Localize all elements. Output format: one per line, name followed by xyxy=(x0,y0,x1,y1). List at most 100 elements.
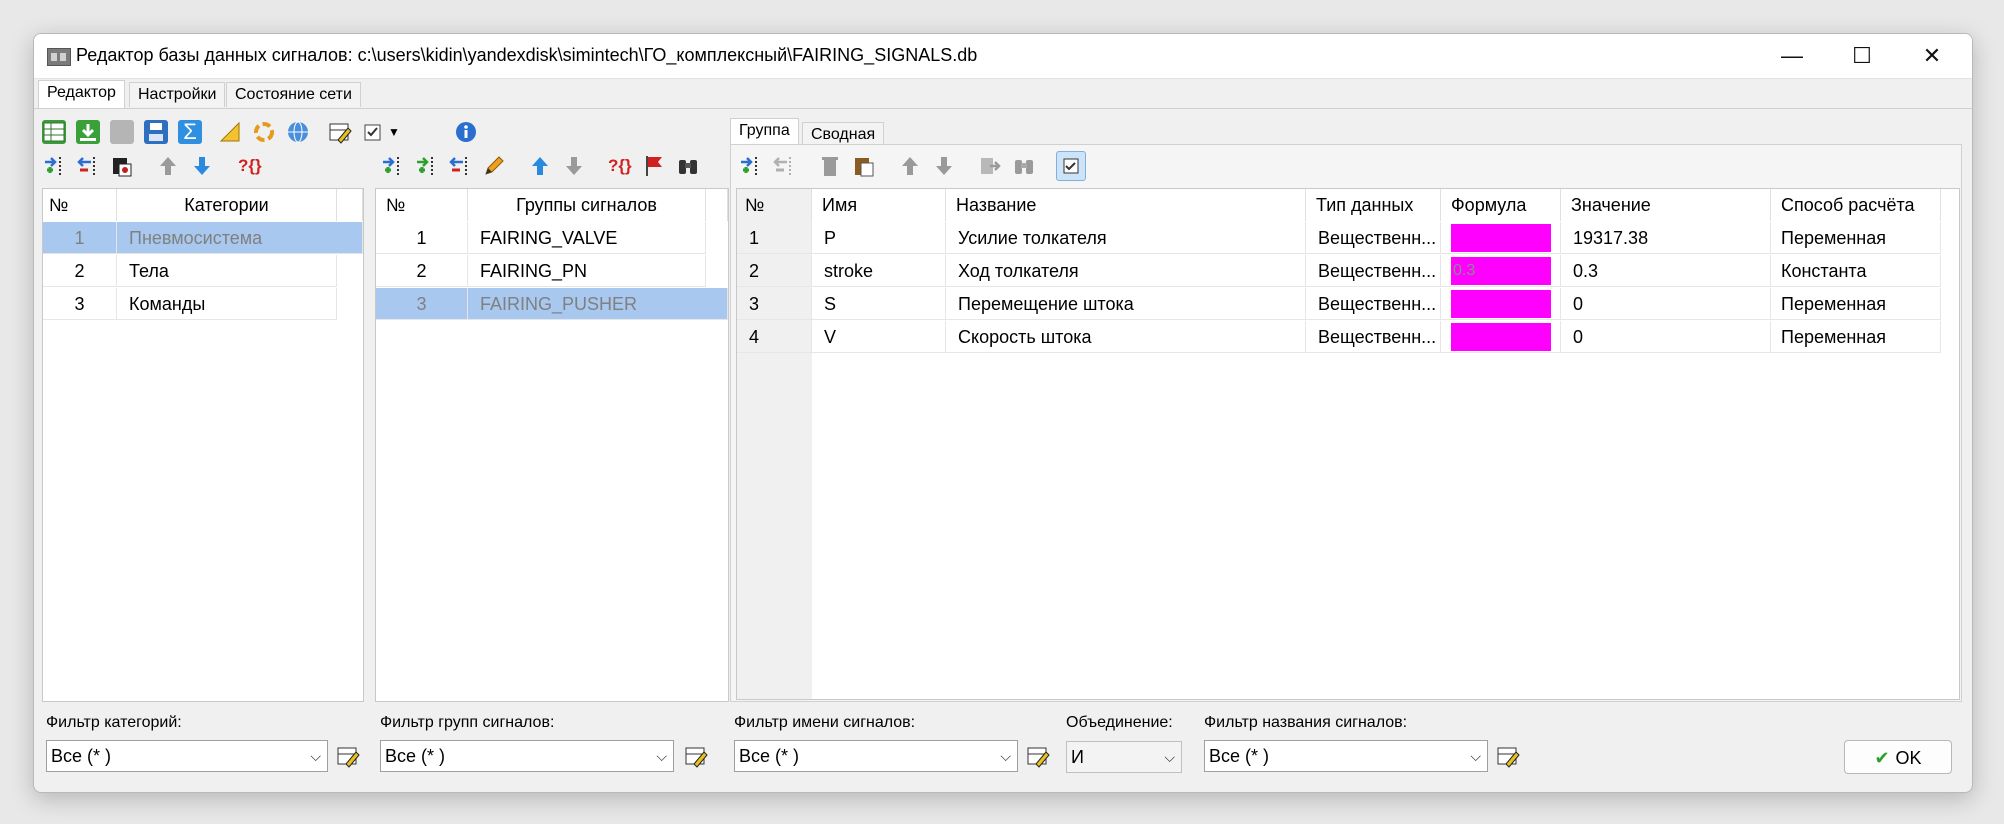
col-header-value[interactable]: Значение xyxy=(1561,189,1771,221)
signal-value[interactable]: 19317.38 xyxy=(1561,222,1771,254)
close-button[interactable]: ✕ xyxy=(1897,34,1967,78)
binoculars-icon[interactable] xyxy=(676,154,700,178)
import-icon[interactable] xyxy=(76,120,100,144)
signal-method[interactable]: Константа xyxy=(1771,255,1941,287)
signal-name[interactable]: stroke xyxy=(812,255,946,287)
delete-row-icon[interactable] xyxy=(76,154,100,178)
checkbox-toggle-icon[interactable] xyxy=(1056,151,1086,181)
paste-icon[interactable] xyxy=(852,154,876,178)
col-header-method[interactable]: Способ расчёта xyxy=(1771,189,1941,221)
category-num[interactable]: 1 xyxy=(43,222,117,254)
insert-row-icon[interactable] xyxy=(414,154,438,178)
binoculars-gray-icon[interactable] xyxy=(1012,154,1036,178)
col-header-num[interactable]: № xyxy=(376,189,468,221)
save-icon[interactable] xyxy=(144,120,168,144)
arrow-up-gray-icon[interactable] xyxy=(898,154,922,178)
tab-group[interactable]: Группа xyxy=(730,118,799,145)
signal-value[interactable]: 0 xyxy=(1561,288,1771,320)
category-name[interactable]: Тела xyxy=(117,255,337,287)
group-num[interactable]: 1 xyxy=(376,222,468,254)
add-row-icon[interactable] xyxy=(738,154,762,178)
signal-name[interactable]: V xyxy=(812,321,946,353)
signal-type[interactable]: Вещественн... xyxy=(1306,288,1441,320)
signal-name-filter-select[interactable]: Все (* ) ⌵ xyxy=(734,740,1018,772)
signal-type[interactable]: Вещественн... xyxy=(1306,222,1441,254)
group-num[interactable]: 2 xyxy=(376,255,468,287)
signal-name[interactable]: S xyxy=(812,288,946,320)
col-header-title[interactable]: Название xyxy=(946,189,1306,221)
arrow-down-gray-icon[interactable] xyxy=(932,154,956,178)
globe-icon[interactable] xyxy=(286,120,310,144)
tab-summary[interactable]: Сводная xyxy=(802,122,885,145)
group-filter-select[interactable]: Все (* ) ⌵ xyxy=(380,740,674,772)
triangle-ruler-icon[interactable] xyxy=(218,120,242,144)
filter-edit-icon[interactable] xyxy=(336,744,360,768)
disk-gray-icon[interactable] xyxy=(110,120,134,144)
trash-icon[interactable] xyxy=(818,154,842,178)
filter-edit-icon[interactable] xyxy=(1026,744,1050,768)
signal-title[interactable]: Усилие толкателя xyxy=(946,222,1306,254)
signal-type[interactable]: Вещественн... xyxy=(1306,255,1441,287)
add-row-icon[interactable] xyxy=(380,154,404,178)
group-num[interactable]: 3 xyxy=(376,288,468,320)
add-row-icon[interactable] xyxy=(42,154,66,178)
signal-method[interactable]: Переменная xyxy=(1771,222,1941,254)
signal-num[interactable]: 2 xyxy=(737,255,812,287)
col-header-group[interactable]: Группы сигналов xyxy=(468,189,706,221)
signal-title[interactable]: Перемещение штока xyxy=(946,288,1306,320)
tab-editor[interactable]: Редактор xyxy=(38,80,125,109)
signal-method[interactable]: Переменная xyxy=(1771,288,1941,320)
table-icon[interactable] xyxy=(42,120,66,144)
signal-title-filter-select[interactable]: Все (* ) ⌵ xyxy=(1204,740,1488,772)
signal-num[interactable]: 1 xyxy=(737,222,812,254)
arrow-down-blue-icon[interactable] xyxy=(190,154,214,178)
category-name[interactable]: Пневмосистема xyxy=(117,222,363,254)
category-filter-select[interactable]: Все (* ) ⌵ xyxy=(46,740,328,772)
minimize-button[interactable]: — xyxy=(1757,34,1827,78)
arrow-up-blue-icon[interactable] xyxy=(528,154,552,178)
tab-settings[interactable]: Настройки xyxy=(129,82,226,107)
flag-icon[interactable] xyxy=(642,154,666,178)
maximize-button[interactable]: ☐ xyxy=(1827,34,1897,78)
arrow-up-gray-icon[interactable] xyxy=(156,154,180,178)
signal-formula-cell[interactable]: 0.3 xyxy=(1441,255,1561,287)
find-variable-icon[interactable]: ?{} xyxy=(608,154,632,178)
ok-button[interactable]: ✔ OK xyxy=(1844,740,1952,774)
pencil-icon[interactable] xyxy=(482,154,506,178)
col-header-name[interactable]: Имя xyxy=(812,189,946,221)
clipboard-icon[interactable] xyxy=(110,154,134,178)
category-num[interactable]: 2 xyxy=(43,255,117,287)
arrow-down-gray-icon[interactable] xyxy=(562,154,586,178)
delete-row-icon[interactable] xyxy=(448,154,472,178)
signal-value[interactable]: 0.3 xyxy=(1561,255,1771,287)
group-name[interactable]: FAIRING_PUSHER xyxy=(468,288,728,320)
signal-title[interactable]: Ход толкателя xyxy=(946,255,1306,287)
col-header-formula[interactable]: Формула xyxy=(1441,189,1561,221)
sum-icon[interactable]: Σ xyxy=(178,120,202,144)
signal-title[interactable]: Скорость штока xyxy=(946,321,1306,353)
signal-method[interactable]: Переменная xyxy=(1771,321,1941,353)
signal-num[interactable]: 4 xyxy=(737,321,812,353)
group-name[interactable]: FAIRING_PN xyxy=(468,255,706,287)
chevron-down-icon[interactable]: ▼ xyxy=(386,120,402,144)
filter-edit-icon[interactable] xyxy=(1496,744,1520,768)
group-name[interactable]: FAIRING_VALVE xyxy=(468,222,706,254)
find-variable-icon[interactable]: ?{} xyxy=(238,154,262,178)
union-select[interactable]: И ⌵ xyxy=(1066,741,1182,773)
checkbox-icon[interactable] xyxy=(362,120,386,144)
col-header-num[interactable]: № xyxy=(43,189,117,221)
edit-table-icon[interactable] xyxy=(328,120,352,144)
filter-edit-icon[interactable] xyxy=(684,744,708,768)
tab-network-state[interactable]: Состояние сети xyxy=(226,82,361,107)
signal-type[interactable]: Вещественн... xyxy=(1306,321,1441,353)
category-num[interactable]: 3 xyxy=(43,288,117,320)
signal-formula-cell[interactable] xyxy=(1441,321,1561,353)
export-gray-icon[interactable] xyxy=(978,154,1002,178)
delete-row-disabled-icon[interactable] xyxy=(772,154,796,178)
signal-name[interactable]: P xyxy=(812,222,946,254)
signal-num[interactable]: 3 xyxy=(737,288,812,320)
col-header-type[interactable]: Тип данных xyxy=(1306,189,1441,221)
refresh-icon[interactable] xyxy=(252,120,276,144)
col-header-num[interactable]: № xyxy=(737,189,812,221)
info-icon[interactable] xyxy=(454,120,478,144)
